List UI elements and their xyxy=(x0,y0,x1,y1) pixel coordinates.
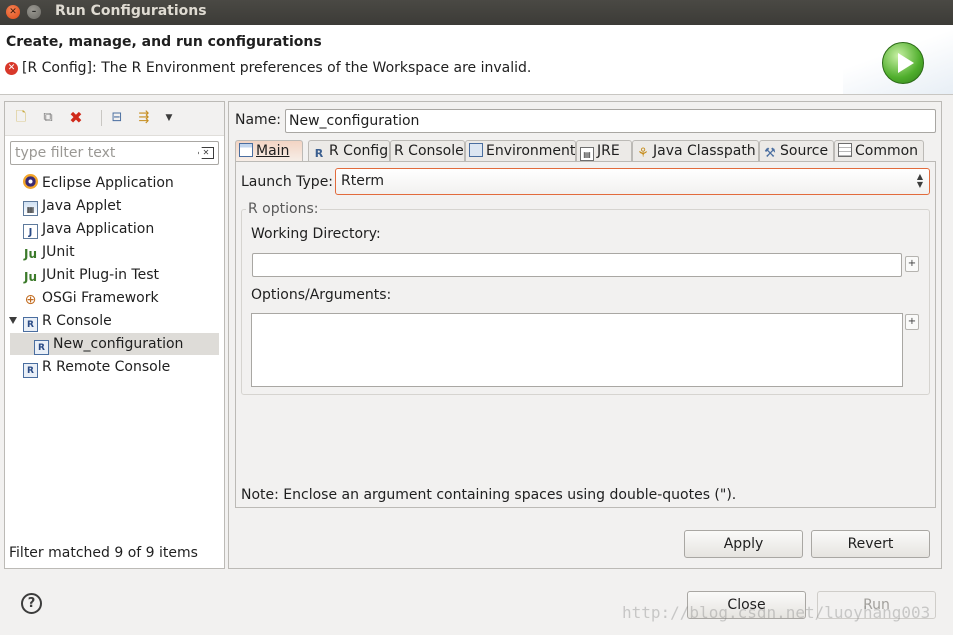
tree-item-java-application[interactable]: J Java Application xyxy=(23,218,154,240)
tab-r-config[interactable]: R R Config xyxy=(308,140,390,162)
note-text: Note: Enclose an argument containing spa… xyxy=(241,487,737,503)
working-directory-field[interactable] xyxy=(253,254,901,276)
title-bar: ✕ – Run Configurations xyxy=(0,0,953,25)
tab-main[interactable]: Main xyxy=(235,140,303,162)
tree-item-junit[interactable]: Ju JUnit xyxy=(23,241,75,263)
working-directory-field-wrapper xyxy=(252,253,902,277)
name-field[interactable] xyxy=(286,110,935,132)
revert-button[interactable]: Revert xyxy=(811,530,930,558)
tab-label: JRE xyxy=(597,143,620,159)
header-title: Create, manage, and run configurations xyxy=(6,34,322,50)
tree-item-label: R Remote Console xyxy=(42,359,171,375)
options-arguments-label: Options/Arguments: xyxy=(251,287,392,303)
r-config-tab-icon: R xyxy=(314,147,324,160)
dialog-header: Create, manage, and run configurations ✕… xyxy=(0,25,953,95)
java-application-icon: J xyxy=(23,224,38,239)
error-icon: ✕ xyxy=(5,62,18,75)
header-error-message: [R Config]: The R Environment preference… xyxy=(22,60,532,76)
tree-item-eclipse-application[interactable]: Eclipse Application xyxy=(23,172,174,194)
configuration-list-panel: 🗋 ⧉ ✖ ⊟ ⇶ ▼ ✕ Eclipse Application ▦ Java … xyxy=(4,101,225,569)
config-tabs: Main R R Config R Console Environment ▤ JR… xyxy=(235,140,937,162)
java-applet-icon: ▦ xyxy=(23,201,38,216)
tree-item-java-applet[interactable]: ▦ Java Applet xyxy=(23,195,121,217)
launch-type-label: Launch Type: xyxy=(241,174,334,190)
window-minimize-button[interactable]: – xyxy=(27,5,41,19)
tree-item-label: OSGi Framework xyxy=(42,290,159,306)
watermark-text: http://blog.csdn.net/luoyhang003 xyxy=(622,603,931,622)
tab-label: Source xyxy=(780,143,829,159)
working-directory-label: Working Directory: xyxy=(251,226,381,242)
junit-icon: Ju xyxy=(23,247,37,261)
tree-item-label: Eclipse Application xyxy=(42,175,174,191)
options-arguments-wrapper xyxy=(251,313,903,387)
name-field-wrapper xyxy=(285,109,936,133)
filter-status: Filter matched 9 of 9 items xyxy=(9,545,198,561)
working-directory-variables-button[interactable]: + xyxy=(905,256,919,272)
classpath-tab-icon: ⚘ xyxy=(637,146,649,161)
run-banner-icon xyxy=(882,42,924,84)
common-tab-icon xyxy=(838,143,852,157)
main-tab-content: Launch Type: Rterm ▲ ▼ R options: Working… xyxy=(235,161,936,508)
jre-tab-icon: ▤ xyxy=(580,147,594,161)
junit-plugin-icon: Ju xyxy=(23,270,37,284)
tree-item-label: New_configuration xyxy=(53,336,184,352)
tree-item-r-remote-console[interactable]: R R Remote Console xyxy=(23,356,170,378)
source-tab-icon: ⚒ xyxy=(764,146,776,161)
options-variables-button[interactable]: + xyxy=(905,314,919,330)
name-label: Name: xyxy=(235,112,282,128)
filter-icon[interactable]: ⇶ xyxy=(136,110,152,126)
eclipse-icon xyxy=(23,174,38,189)
select-arrows-icon: ▲ ▼ xyxy=(916,172,923,189)
main-tab-icon xyxy=(239,143,253,157)
r-console-icon: R xyxy=(34,340,49,355)
launch-type-value: Rterm xyxy=(341,173,384,189)
window-title: Run Configurations xyxy=(55,3,207,19)
options-arguments-field[interactable] xyxy=(252,314,902,386)
tab-environment[interactable]: Environment xyxy=(465,140,576,162)
tab-jre[interactable]: ▤ JRE xyxy=(576,140,632,162)
duplicate-icon[interactable]: ⧉ xyxy=(40,110,56,126)
environment-tab-icon xyxy=(469,143,483,157)
help-icon[interactable]: ? xyxy=(21,593,42,614)
tree-item-r-console[interactable]: R R Console xyxy=(23,310,112,332)
tree-item-junit-plugin-test[interactable]: Ju JUnit Plug-in Test xyxy=(23,264,159,286)
launch-type-select[interactable]: Rterm ▲ ▼ xyxy=(335,168,930,195)
expand-toggle-icon[interactable] xyxy=(9,317,17,324)
filter-input-wrapper: ✕ xyxy=(10,141,219,165)
configuration-editor-panel: Name: Main R R Config R Console Environme… xyxy=(228,101,942,569)
tab-java-classpath[interactable]: ⚘ Java Classpath xyxy=(632,140,759,162)
toolbar-separator xyxy=(101,110,102,126)
apply-button[interactable]: Apply xyxy=(684,530,803,558)
tab-source[interactable]: ⚒ Source xyxy=(759,140,834,162)
tree-item-label: JUnit xyxy=(42,244,75,260)
tab-label: Common xyxy=(855,143,919,159)
tab-label: Main xyxy=(256,143,290,159)
r-console-icon: R xyxy=(23,317,38,332)
tree-item-label: Java Application xyxy=(42,221,155,237)
tab-common[interactable]: Common xyxy=(834,140,924,162)
tree-item-new-configuration[interactable]: R New_configuration xyxy=(10,333,219,355)
clear-filter-icon[interactable]: ✕ xyxy=(198,147,214,159)
tab-label: Java Classpath xyxy=(653,143,756,159)
r-options-label: R options: xyxy=(246,201,321,217)
tree-item-label: Java Applet xyxy=(42,198,122,214)
tree-item-osgi-framework[interactable]: ⊕ OSGi Framework xyxy=(23,287,159,309)
new-config-icon[interactable]: 🗋 xyxy=(13,110,29,126)
filter-input[interactable] xyxy=(11,142,191,164)
delete-icon[interactable]: ✖ xyxy=(68,110,84,126)
view-menu-icon[interactable]: ▼ xyxy=(161,110,177,126)
window-close-button[interactable]: ✕ xyxy=(6,5,20,19)
tab-label: Environment xyxy=(486,143,576,159)
collapse-all-icon[interactable]: ⊟ xyxy=(109,110,125,126)
config-toolbar: 🗋 ⧉ ✖ ⊟ ⇶ ▼ xyxy=(5,102,224,136)
r-remote-console-icon: R xyxy=(23,363,38,378)
tree-item-label: R Console xyxy=(42,313,112,329)
tab-r-console[interactable]: R Console xyxy=(390,140,465,162)
tab-label: R Console xyxy=(394,143,464,159)
tab-label: R Config xyxy=(329,143,389,159)
tree-item-label: JUnit Plug-in Test xyxy=(42,267,160,283)
osgi-icon: ⊕ xyxy=(24,292,37,308)
